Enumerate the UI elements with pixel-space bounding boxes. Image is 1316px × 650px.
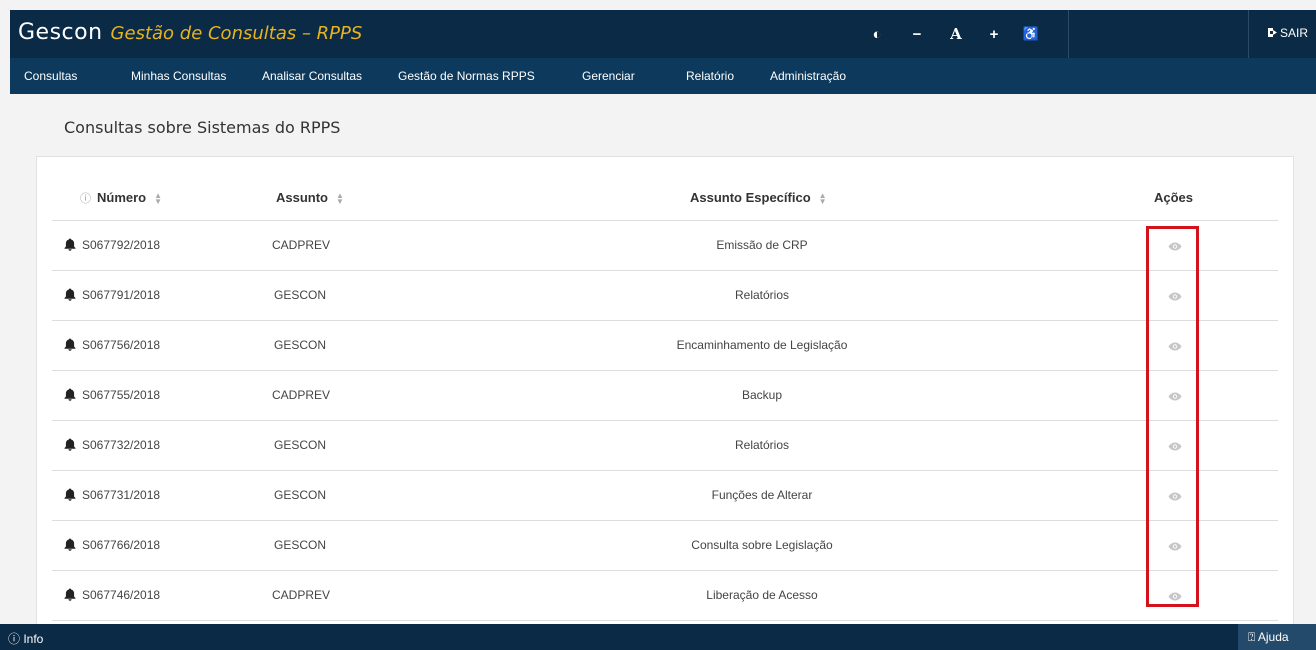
table-row: S067792/2018 CADPREV Emissão de CRP xyxy=(52,221,1278,271)
footer-bar: ⓘ Info ⍰ Ajuda xyxy=(0,624,1316,650)
numero-label: S067732/2018 xyxy=(82,438,161,452)
header-divider xyxy=(1068,10,1069,58)
header-divider xyxy=(1248,10,1249,58)
bell-icon xyxy=(64,238,76,251)
assunto-cell: GESCON xyxy=(274,288,327,302)
table-row: S067791/2018 GESCON Relatórios xyxy=(52,271,1278,321)
column-header-acoes: Ações xyxy=(1154,190,1194,205)
assunto-especifico-cell: Encaminhamento de Legislação xyxy=(676,338,848,352)
bell-icon xyxy=(64,288,76,301)
numero-label: S067791/2018 xyxy=(82,288,161,302)
assunto-cell: GESCON xyxy=(274,338,327,352)
assunto-cell: GESCON xyxy=(274,488,327,502)
actions-highlight-box xyxy=(1146,226,1199,607)
numero-label: S067731/2018 xyxy=(82,488,161,502)
bell-icon xyxy=(64,488,76,501)
numero-cell[interactable]: S067791/2018 xyxy=(64,288,160,302)
column-header-label: Número xyxy=(97,190,147,205)
nav-relatorio[interactable]: Relatório xyxy=(686,69,734,83)
table-row: S067731/2018 GESCON Funções de Alterar xyxy=(52,471,1278,521)
assunto-cell: CADPREV xyxy=(272,238,331,252)
exit-icon xyxy=(1267,28,1277,37)
numero-label: S067792/2018 xyxy=(82,238,161,252)
nav-gerenciar[interactable]: Gerenciar xyxy=(582,69,635,83)
assunto-especifico-cell: Liberação de Acesso xyxy=(706,588,818,602)
numero-cell[interactable]: S067792/2018 xyxy=(64,238,160,252)
column-header-assunto[interactable]: Assunto ▲ ▼ xyxy=(276,190,344,205)
nav-consultas[interactable]: Consultas xyxy=(24,69,77,83)
help-label: Ajuda xyxy=(1257,630,1289,644)
numero-label: S067756/2018 xyxy=(82,338,161,352)
numero-cell[interactable]: S067755/2018 xyxy=(64,388,160,402)
assunto-especifico-cell: Consulta sobre Legislação xyxy=(691,538,833,552)
assunto-cell: GESCON xyxy=(274,538,327,552)
sort-icon[interactable]: ▲ ▼ xyxy=(336,191,344,205)
default-font-button[interactable]: A xyxy=(945,22,967,46)
numero-cell[interactable]: S067756/2018 xyxy=(64,338,160,352)
info-button[interactable]: ⓘ Info xyxy=(8,630,43,647)
brand-subtitle: Gestão de Consultas – RPPS xyxy=(110,23,363,44)
brand: Gescon Gestão de Consultas – RPPS xyxy=(18,20,362,45)
brand-name: Gescon xyxy=(18,20,103,45)
assunto-cell: CADPREV xyxy=(272,388,331,402)
table-row: S067755/2018 CADPREV Backup xyxy=(52,371,1278,421)
main-nav: Consultas Minhas Consultas Analisar Cons… xyxy=(10,58,1316,94)
assunto-especifico-cell: Backup xyxy=(741,388,783,402)
nav-gestao-normas[interactable]: Gestão de Normas RPPS xyxy=(398,69,535,83)
table-row: S067756/2018 GESCON Encaminhamento de Le… xyxy=(52,321,1278,371)
help-button[interactable]: ⍰ Ajuda xyxy=(1238,624,1316,650)
contrast-icon[interactable]: ◐ xyxy=(866,22,888,46)
info-icon: ⓘ xyxy=(8,632,24,646)
accessibility-icon[interactable]: ♿ xyxy=(1020,22,1042,46)
nav-analisar-consultas[interactable]: Analisar Consultas xyxy=(262,69,362,83)
column-header-label: Assunto xyxy=(276,190,328,205)
help-icon: ⍰ xyxy=(1248,630,1258,644)
table-row: S067746/2018 CADPREV Liberação de Acesso xyxy=(52,571,1278,621)
assunto-especifico-cell: Emissão de CRP xyxy=(716,238,808,252)
bell-icon xyxy=(64,438,76,451)
numero-label: S067766/2018 xyxy=(82,538,161,552)
column-header-numero[interactable]: ⓘ Número ▲ ▼ xyxy=(80,190,162,206)
info-icon: ⓘ xyxy=(80,193,91,205)
bell-icon xyxy=(64,588,76,601)
nav-administracao[interactable]: Administração xyxy=(770,69,846,83)
assunto-especifico-cell: Relatórios xyxy=(734,288,790,302)
bell-icon xyxy=(64,538,76,551)
numero-label: S067746/2018 xyxy=(82,588,161,602)
numero-cell[interactable]: S067766/2018 xyxy=(64,538,160,552)
logout-label: SAIR xyxy=(1279,26,1308,40)
info-label: Info xyxy=(23,632,44,646)
logout-button[interactable]: SAIR xyxy=(1267,26,1308,40)
sort-icon[interactable]: ▲ ▼ xyxy=(154,191,162,205)
assunto-especifico-cell: Funções de Alterar xyxy=(711,488,813,502)
numero-cell[interactable]: S067732/2018 xyxy=(64,438,160,452)
top-header: Gescon Gestão de Consultas – RPPS ◐ − A +… xyxy=(10,10,1316,58)
numero-label: S067755/2018 xyxy=(82,388,161,402)
bell-icon xyxy=(64,388,76,401)
bell-icon xyxy=(64,338,76,351)
table-row: S067766/2018 GESCON Consulta sobre Legis… xyxy=(52,521,1278,571)
numero-cell[interactable]: S067731/2018 xyxy=(64,488,160,502)
increase-font-button[interactable]: + xyxy=(983,22,1005,46)
column-header-label: Assunto Específico xyxy=(690,190,811,205)
table-row: S067732/2018 GESCON Relatórios xyxy=(52,421,1278,471)
page-title: Consultas sobre Sistemas do RPPS xyxy=(64,118,341,137)
nav-minhas-consultas[interactable]: Minhas Consultas xyxy=(131,69,226,83)
numero-cell[interactable]: S067746/2018 xyxy=(64,588,160,602)
assunto-cell: CADPREV xyxy=(272,588,331,602)
column-header-assunto-especifico[interactable]: Assunto Específico ▲ ▼ xyxy=(690,190,827,205)
decrease-font-button[interactable]: − xyxy=(906,22,928,46)
assunto-cell: GESCON xyxy=(274,438,327,452)
assunto-especifico-cell: Relatórios xyxy=(734,438,790,452)
sort-icon[interactable]: ▲ ▼ xyxy=(819,191,827,205)
